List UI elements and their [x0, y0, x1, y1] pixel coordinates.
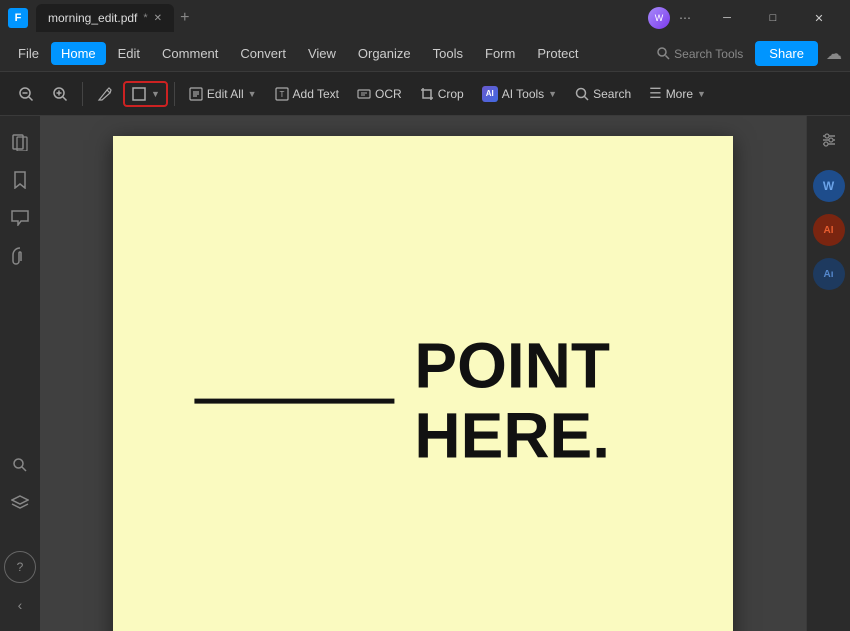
- window-controls: ─ □ ✕: [704, 2, 842, 34]
- zoom-in-button[interactable]: [44, 81, 76, 107]
- horizontal-line: [194, 399, 394, 404]
- search-button[interactable]: Search: [567, 82, 639, 106]
- zoom-in-icon: [52, 86, 68, 102]
- tab-modified: *: [143, 12, 147, 24]
- select-tool-button[interactable]: ▼: [123, 81, 168, 107]
- pdf-page: POINT HERE.: [113, 136, 733, 631]
- ai-plugin-button[interactable]: AI: [813, 214, 845, 246]
- toolbar: ▼ Edit All ▼ T Add Text OCR: [0, 72, 850, 116]
- sidebar-item-attachments[interactable]: [4, 240, 36, 272]
- more-options-button[interactable]: ⋯: [674, 7, 696, 29]
- zoom-out-icon: [18, 86, 34, 102]
- search-label: Search: [593, 87, 631, 101]
- attachment-icon: [12, 247, 28, 265]
- menu-comment[interactable]: Comment: [152, 42, 228, 65]
- app-icon: F: [8, 8, 28, 28]
- more-label: More: [666, 87, 693, 101]
- crop-label: Crop: [438, 87, 464, 101]
- help-icon: ?: [17, 560, 24, 574]
- help-button[interactable]: ?: [4, 551, 36, 583]
- tab-close-button[interactable]: ✕: [154, 13, 162, 24]
- edit-all-arrow: ▼: [248, 89, 257, 99]
- bookmark-icon: [12, 171, 28, 189]
- sidebar-item-bookmarks[interactable]: [4, 164, 36, 196]
- menu-organize[interactable]: Organize: [348, 42, 421, 65]
- share-button[interactable]: Share: [755, 41, 818, 66]
- search-tools[interactable]: Search Tools: [657, 47, 743, 61]
- ocr-button[interactable]: OCR: [349, 82, 410, 106]
- right-panel-settings-icon[interactable]: [813, 124, 845, 156]
- sidebar-item-search[interactable]: [4, 449, 36, 481]
- add-text-label: Add Text: [293, 87, 339, 101]
- menu-home[interactable]: Home: [51, 42, 106, 65]
- main-text: POINT HERE.: [414, 331, 610, 472]
- toolbar-sep-1: [82, 82, 83, 106]
- edit-all-button[interactable]: Edit All ▼: [181, 82, 265, 106]
- add-text-button[interactable]: T Add Text: [267, 82, 347, 106]
- highlight-tool-button[interactable]: [89, 81, 121, 107]
- pen-icon: [97, 86, 113, 102]
- collapse-icon: ‹: [18, 597, 23, 613]
- toolbar-sep-2: [174, 82, 175, 106]
- ai2-plugin-button[interactable]: Aı: [813, 258, 845, 290]
- sidebar-item-comments[interactable]: [4, 202, 36, 234]
- sliders-icon: [821, 132, 837, 148]
- ocr-icon: [357, 87, 371, 101]
- ocr-label: OCR: [375, 87, 402, 101]
- user-avatar[interactable]: W: [648, 7, 670, 29]
- more-button[interactable]: ☰ More ▼: [641, 80, 714, 107]
- ai-tools-button[interactable]: AI AI Tools ▼: [474, 81, 565, 107]
- menu-edit[interactable]: Edit: [108, 42, 150, 65]
- ai-tools-arrow: ▼: [548, 89, 557, 99]
- minimize-button[interactable]: ─: [704, 2, 750, 34]
- menubar: File Home Edit Comment Convert View Orga…: [0, 36, 850, 72]
- menu-view[interactable]: View: [298, 42, 346, 65]
- search-tools-icon: [657, 47, 670, 60]
- right-sidebar: W AI Aı: [806, 116, 850, 631]
- layers-icon: [11, 495, 29, 511]
- titlebar-controls: W ⋯: [648, 7, 696, 29]
- menu-tools[interactable]: Tools: [423, 42, 473, 65]
- more-arrow: ▼: [697, 89, 706, 99]
- menu-protect[interactable]: Protect: [527, 42, 588, 65]
- crop-icon: [420, 87, 434, 101]
- svg-text:T: T: [279, 90, 284, 99]
- ai-tools-label: AI Tools: [502, 87, 544, 101]
- sidebar-item-layers[interactable]: [4, 487, 36, 519]
- sidebar-item-pages[interactable]: [4, 126, 36, 158]
- search-tools-label: Search Tools: [674, 47, 743, 61]
- cloud-icon[interactable]: ☁: [826, 44, 842, 64]
- new-tab-button[interactable]: +: [180, 9, 189, 27]
- comment-icon: [11, 210, 29, 226]
- crop-button[interactable]: Crop: [412, 82, 472, 106]
- menu-file[interactable]: File: [8, 42, 49, 65]
- menu-convert[interactable]: Convert: [230, 42, 296, 65]
- menu-form[interactable]: Form: [475, 42, 525, 65]
- document-area[interactable]: POINT HERE.: [40, 116, 806, 631]
- maximize-button[interactable]: □: [750, 2, 796, 34]
- rectangle-icon: [131, 86, 147, 102]
- edit-all-icon: [189, 87, 203, 101]
- add-text-icon: T: [275, 87, 289, 101]
- tab-label: morning_edit.pdf: [48, 11, 137, 25]
- left-sidebar: ? ‹: [0, 116, 40, 631]
- search-panel-icon: [12, 457, 28, 473]
- close-button[interactable]: ✕: [796, 2, 842, 34]
- search-icon: [575, 87, 589, 101]
- select-arrow: ▼: [151, 89, 160, 99]
- more-icon: ☰: [649, 85, 662, 102]
- active-tab[interactable]: morning_edit.pdf * ✕: [36, 4, 174, 32]
- word-plugin-button[interactable]: W: [813, 170, 845, 202]
- edit-all-label: Edit All: [207, 87, 244, 101]
- titlebar: F morning_edit.pdf * ✕ + W ⋯ ─ □ ✕: [0, 0, 850, 36]
- ai-tools-icon: AI: [482, 86, 498, 102]
- pages-icon: [11, 133, 29, 151]
- main-content: ? ‹ POINT HERE.: [0, 116, 850, 631]
- settings-button[interactable]: ‹: [4, 589, 36, 621]
- zoom-out-button[interactable]: [10, 81, 42, 107]
